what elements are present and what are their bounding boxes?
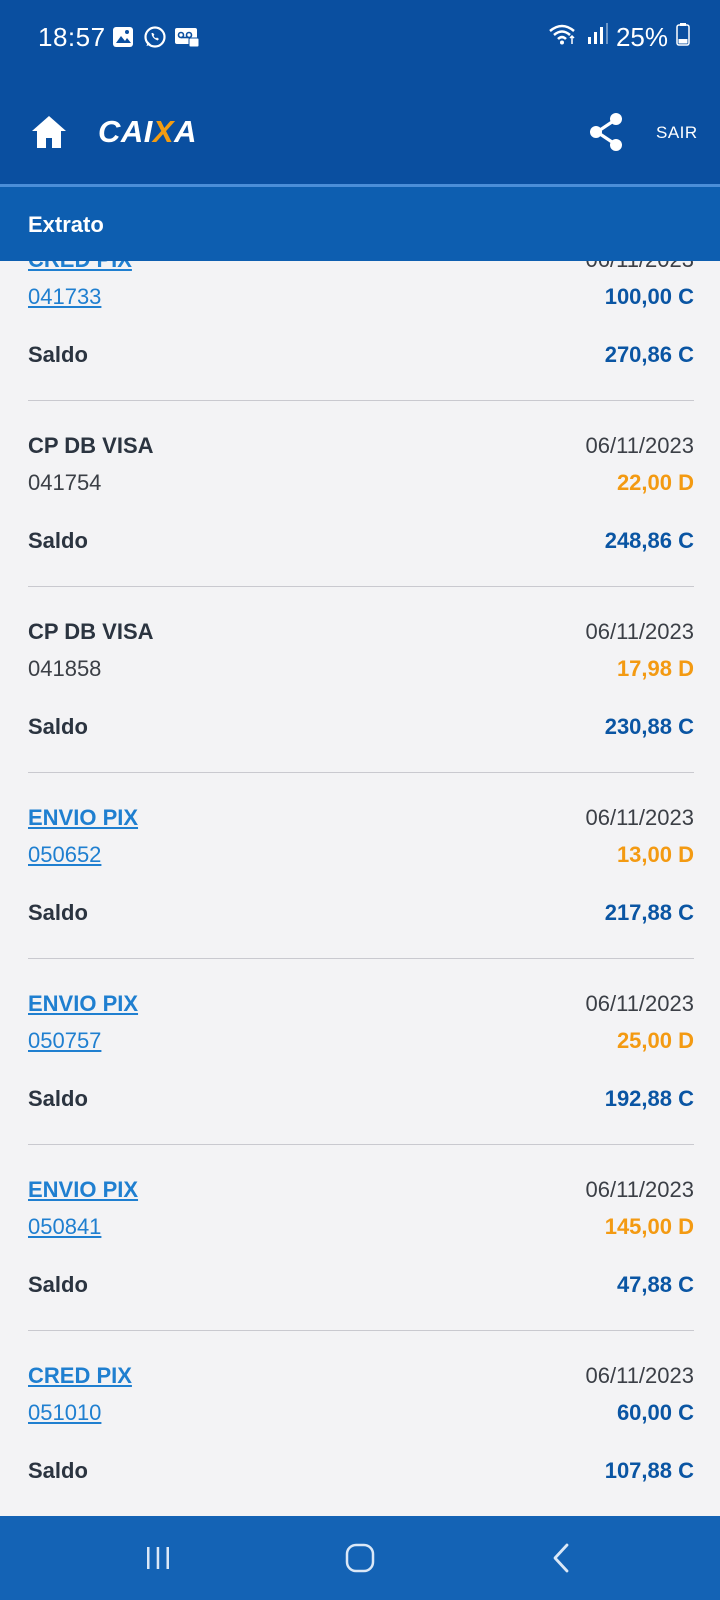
status-bar: 18:57 25% xyxy=(0,0,720,76)
entry-date: 06/11/2023 xyxy=(585,991,694,1016)
entry-amount: 100,00 C xyxy=(604,284,694,309)
entry-divider xyxy=(28,1330,694,1331)
entry-date: 06/11/2023 xyxy=(585,1177,694,1202)
saldo-value: 270,86 C xyxy=(604,342,694,367)
logout-button[interactable]: SAIR xyxy=(656,123,698,143)
entry-description[interactable]: ENVIO PIX xyxy=(28,1177,138,1203)
entry-date: 06/11/2023 xyxy=(585,805,694,830)
entry-divider xyxy=(28,586,694,587)
page-title-bar: Extrato xyxy=(0,187,720,261)
entry-amount: 60,00 C xyxy=(616,1400,694,1425)
entry-amount: 22,00 D xyxy=(616,470,694,495)
battery-icon xyxy=(676,22,690,53)
entry-divider xyxy=(28,400,694,401)
back-icon[interactable] xyxy=(540,1536,584,1580)
gallery-icon xyxy=(110,24,136,50)
saldo-value: 230,88 C xyxy=(604,714,694,739)
entry-document[interactable]: 050841 xyxy=(28,1214,101,1240)
wifi-icon xyxy=(548,22,578,53)
saldo-label: Saldo xyxy=(28,900,88,925)
statement-entry: CP DB VISA 06/11/2023 041754 22,00 D Sal… xyxy=(28,400,694,586)
saldo-value: 107,88 C xyxy=(604,1458,694,1483)
entry-description: CP DB VISA xyxy=(28,433,154,458)
saldo-value: 248,86 C xyxy=(604,528,694,553)
entry-divider xyxy=(28,958,694,959)
saldo-label: Saldo xyxy=(28,1458,88,1483)
entry-document[interactable]: 050757 xyxy=(28,1028,101,1054)
status-right: 25% xyxy=(548,22,690,53)
entry-divider xyxy=(28,1144,694,1145)
statement-entry: CP DB VISA 06/11/2023 041858 17,98 D Sal… xyxy=(28,586,694,772)
entry-date: 06/11/2023 xyxy=(585,433,694,458)
entry-document[interactable]: 041733 xyxy=(28,284,101,310)
caixa-logo: CAIXA xyxy=(98,114,197,149)
entry-document: 041858 xyxy=(28,656,102,681)
notification-icons xyxy=(110,24,200,50)
statement-entry: ENVIO PIX 06/11/2023 050757 25,00 D Sald… xyxy=(28,958,694,1144)
saldo-value: 47,88 C xyxy=(616,1272,694,1297)
entry-amount: 145,00 D xyxy=(604,1214,694,1239)
statement-entry: ENVIO PIX 06/11/2023 050841 145,00 D Sal… xyxy=(28,1144,694,1330)
battery-percent: 25% xyxy=(615,22,668,52)
whatsapp-icon xyxy=(142,24,168,50)
recents-icon[interactable] xyxy=(136,1536,180,1580)
system-nav-bar xyxy=(0,1516,720,1600)
entry-amount: 13,00 D xyxy=(616,842,694,867)
statement-entry: CRED PIX 06/11/2023 041733 100,00 C Sald… xyxy=(28,261,694,400)
entry-document: 041754 xyxy=(28,470,102,495)
entry-description[interactable]: ENVIO PIX xyxy=(28,805,138,831)
home-icon[interactable] xyxy=(30,114,68,150)
signal-icon xyxy=(586,22,608,53)
page-title: Extrato xyxy=(28,212,104,237)
share-icon[interactable] xyxy=(588,112,624,152)
entry-amount: 17,98 D xyxy=(616,656,694,681)
entry-description[interactable]: ENVIO PIX xyxy=(28,991,138,1017)
saldo-label: Saldo xyxy=(28,1272,88,1297)
saldo-label: Saldo xyxy=(28,1086,88,1111)
statement-entry: ENVIO PIX 06/11/2023 050652 13,00 D Sald… xyxy=(28,772,694,958)
saldo-value: 217,88 C xyxy=(604,900,694,925)
status-time: 18:57 xyxy=(38,22,106,52)
saldo-label: Saldo xyxy=(28,342,88,367)
entry-description: CP DB VISA xyxy=(28,619,154,644)
entry-description[interactable]: CRED PIX xyxy=(28,261,132,273)
app-header: CAIXA SAIR xyxy=(0,76,720,184)
voicemail-icon xyxy=(174,24,200,50)
entry-date: 06/11/2023 xyxy=(585,619,694,644)
entry-date: 06/11/2023 xyxy=(585,1363,694,1388)
statement-entry: CRED PIX 06/11/2023 051010 60,00 C Saldo… xyxy=(28,1330,694,1516)
saldo-label: Saldo xyxy=(28,528,88,553)
entry-document[interactable]: 051010 xyxy=(28,1400,101,1426)
saldo-value: 192,88 C xyxy=(604,1086,694,1111)
saldo-label: Saldo xyxy=(28,714,88,739)
statement-list[interactable]: CRED PIX 06/11/2023 041733 100,00 C Sald… xyxy=(0,261,720,1516)
entry-date: 06/11/2023 xyxy=(586,261,694,273)
entry-document[interactable]: 050652 xyxy=(28,842,101,868)
entry-divider xyxy=(28,772,694,773)
entry-amount: 25,00 D xyxy=(616,1028,694,1053)
entry-description[interactable]: CRED PIX xyxy=(28,1363,132,1389)
home-circle-icon[interactable] xyxy=(338,1536,382,1580)
